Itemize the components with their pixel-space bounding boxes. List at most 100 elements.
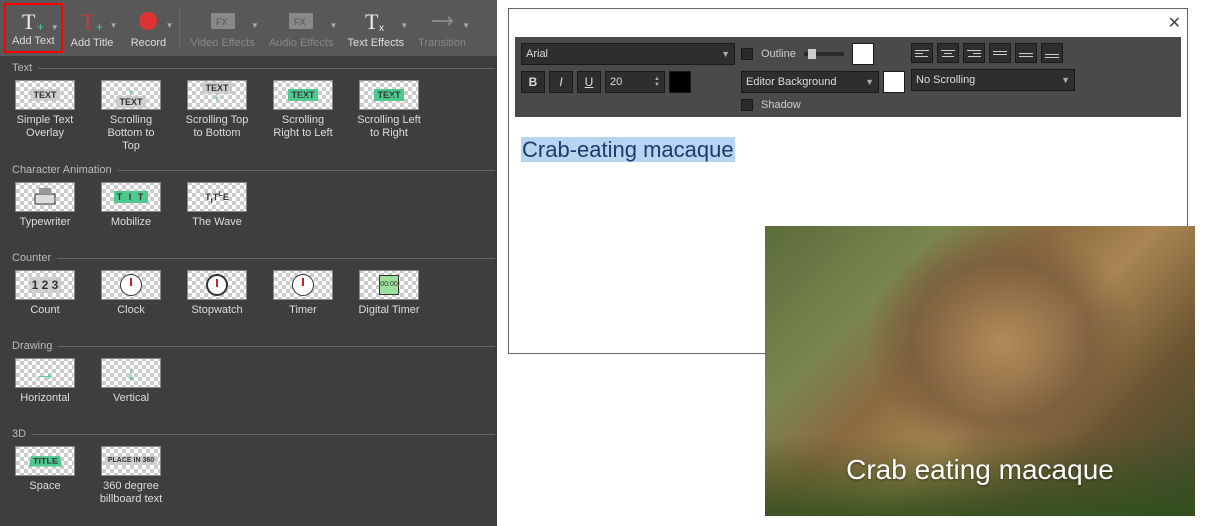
preset-label: Space	[29, 480, 60, 506]
shadow-checkbox[interactable]	[741, 99, 753, 111]
preset-label: Scrolling Left to Right	[356, 114, 422, 140]
text-effects-panel: T+ Add Text ▼ T+ Add Title ▼ Record ▼ FX…	[0, 0, 497, 526]
stopwatch-icon	[206, 274, 228, 296]
video-effects-label: Video Effects	[190, 37, 254, 49]
close-button[interactable]: ✕	[1168, 13, 1181, 33]
underline-button[interactable]: U	[577, 71, 601, 93]
preset-space[interactable]: TITLE Space	[12, 446, 78, 506]
section-title: Drawing	[12, 340, 487, 352]
chevron-down-icon: ▼	[865, 77, 874, 87]
right-panel: ✕ Arial ▼ B I U 20 ▲▼	[500, 0, 1205, 526]
preset-label: Typewriter	[20, 216, 71, 242]
add-text-label: Add Text	[12, 35, 55, 47]
align-right-button[interactable]	[963, 43, 985, 63]
preset-label: Scrolling Right to Left	[270, 114, 336, 140]
preset-stopwatch[interactable]: Stopwatch	[184, 270, 250, 330]
add-text-icon: T+	[20, 9, 46, 33]
preset-scrolling-bottom-to-top[interactable]: ↑TEXT Scrolling Bottom to Top	[98, 80, 164, 154]
align-left-button[interactable]	[911, 43, 933, 63]
add-title-label: Add Title	[71, 37, 114, 49]
font-size-spinner[interactable]: 20 ▲▼	[605, 71, 665, 93]
chevron-down-icon: ▼	[1061, 75, 1070, 85]
section-title: Counter	[12, 252, 487, 264]
svg-text:+: +	[96, 20, 103, 33]
spinner-arrows-icon: ▲▼	[654, 76, 660, 88]
video-effects-button[interactable]: FX Video Effects ▼	[184, 3, 260, 53]
preset-count[interactable]: 1 2 3 Count	[12, 270, 78, 330]
valign-top-button[interactable]	[989, 43, 1011, 63]
text-effects-label: Text Effects	[347, 37, 404, 49]
scrolling-select[interactable]: No Scrolling ▼	[911, 69, 1075, 91]
scrolling-value: No Scrolling	[916, 74, 975, 86]
svg-text:x: x	[379, 23, 384, 33]
section-counter: Counter 1 2 3 Count Clock Stopwatch Time…	[12, 252, 487, 330]
svg-text:T: T	[365, 9, 379, 33]
preset-clock[interactable]: Clock	[98, 270, 164, 330]
preset-vertical[interactable]: ↓ Vertical	[98, 358, 164, 418]
background-select[interactable]: Editor Background ▼	[741, 71, 879, 93]
outline-color-swatch[interactable]	[852, 43, 874, 65]
dropdown-arrow-icon: ▼	[166, 21, 174, 30]
font-size-value: 20	[610, 76, 622, 88]
valign-middle-button[interactable]	[1015, 43, 1037, 63]
preset-label: Scrolling Top to Bottom	[184, 114, 250, 140]
preset-360-billboard[interactable]: PLACE IN 360 360 degree billboard text	[98, 446, 164, 506]
bold-button[interactable]: B	[521, 71, 545, 93]
timer-icon	[292, 274, 314, 296]
background-color-swatch[interactable]	[883, 71, 905, 93]
align-center-button[interactable]	[937, 43, 959, 63]
digital-timer-icon: 00:00	[379, 275, 399, 295]
italic-button[interactable]: I	[549, 71, 573, 93]
outline-checkbox[interactable]	[741, 48, 753, 60]
add-title-button[interactable]: T+ Add Title ▼	[65, 3, 120, 53]
preset-the-wave[interactable]: TITLE The Wave	[184, 182, 250, 242]
preset-horizontal[interactable]: → Horizontal	[12, 358, 78, 418]
section-title: Text	[12, 62, 487, 74]
preset-label: The Wave	[192, 216, 242, 242]
preset-typewriter[interactable]: Typewriter	[12, 182, 78, 242]
preset-scrolling-left-to-right[interactable]: →TEXT Scrolling Left to Right	[356, 80, 422, 154]
svg-text:+: +	[37, 20, 44, 33]
preset-digital-timer[interactable]: 00:00 Digital Timer	[356, 270, 422, 330]
svg-text:T: T	[22, 9, 36, 33]
text-effects-button[interactable]: Tx Text Effects ▼	[341, 3, 410, 53]
font-family-select[interactable]: Arial ▼	[521, 43, 735, 65]
preset-label: 360 degree billboard text	[98, 480, 164, 506]
section-3d: 3D TITLE Space PLACE IN 360 360 degree b…	[12, 428, 487, 506]
editable-text[interactable]: Crab-eating macaque	[521, 137, 735, 162]
audio-effects-button[interactable]: FX Audio Effects ▼	[263, 3, 340, 53]
outline-slider[interactable]	[804, 52, 844, 56]
preview-overlay-text: Crab eating macaque	[846, 454, 1114, 486]
transition-icon	[429, 7, 455, 35]
section-drawing: Drawing → Horizontal ↓ Vertical	[12, 340, 487, 418]
preset-scrolling-top-to-bottom[interactable]: ↓TEXT Scrolling Top to Bottom	[184, 80, 250, 154]
preset-label: Simple Text Overlay	[12, 114, 78, 140]
chevron-down-icon: ▼	[721, 49, 730, 59]
section-character-animation: Character Animation Typewriter T I T Mob…	[12, 164, 487, 242]
transition-button[interactable]: Transition ▼	[412, 3, 472, 53]
record-button[interactable]: Record ▼	[121, 3, 175, 53]
section-text: Text TEXT Simple Text Overlay ↑TEXT Scro…	[12, 62, 487, 154]
transition-label: Transition	[418, 37, 466, 49]
preset-simple-text-overlay[interactable]: TEXT Simple Text Overlay	[12, 80, 78, 154]
svg-text:FX: FX	[216, 17, 228, 27]
dropdown-arrow-icon: ▼	[251, 21, 259, 30]
add-text-button[interactable]: T+ Add Text ▼	[4, 3, 63, 53]
audio-effects-icon: FX	[287, 7, 315, 35]
record-label: Record	[131, 37, 166, 49]
preset-timer[interactable]: Timer	[270, 270, 336, 330]
section-title: Character Animation	[12, 164, 487, 176]
dropdown-arrow-icon: ▼	[400, 21, 408, 30]
font-color-swatch[interactable]	[669, 71, 691, 93]
valign-bottom-button[interactable]	[1041, 43, 1063, 63]
font-family-value: Arial	[526, 48, 548, 60]
preset-mobilize[interactable]: T I T Mobilize	[98, 182, 164, 242]
add-title-icon: T+	[79, 7, 105, 35]
svg-text:FX: FX	[294, 17, 306, 27]
section-title: 3D	[12, 428, 487, 440]
typewriter-icon	[31, 186, 59, 208]
preset-label: Count	[30, 304, 59, 330]
preset-scrolling-right-to-left[interactable]: ←TEXT Scrolling Right to Left	[270, 80, 336, 154]
preset-label: Digital Timer	[358, 304, 419, 330]
toolbar-separator	[179, 6, 180, 50]
